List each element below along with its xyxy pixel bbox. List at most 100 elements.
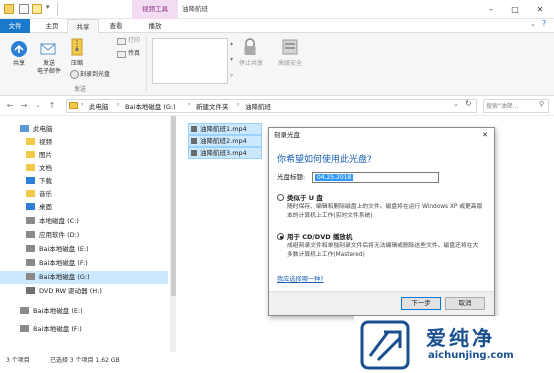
minimize-button[interactable]: – — [479, 0, 503, 19]
video-tools-context-label: 视频工具 — [132, 0, 178, 19]
disc-title-input[interactable]: 04.25.2018 — [312, 172, 439, 183]
nav-item[interactable]: Bai本地磁盘 (F:) — [0, 323, 168, 336]
nav-item[interactable]: 桌面 — [0, 201, 168, 214]
nav-item[interactable]: 此电脑 — [0, 123, 168, 136]
email-label: 发送 电子邮件 — [36, 60, 61, 75]
nav-item[interactable]: 下载 — [0, 175, 168, 188]
burn-disc-icon — [70, 70, 79, 79]
option-usb-title[interactable]: 类似于 U 盘 — [287, 192, 323, 202]
tab-share[interactable]: 共享 — [67, 19, 99, 34]
file-item[interactable]: 油降航班2.mp4 — [188, 135, 262, 147]
dialog-title: 刻录光盘 — [269, 128, 494, 142]
nav-item[interactable]: 音乐 — [0, 188, 168, 201]
nav-item[interactable]: 视频 — [0, 136, 168, 149]
nav-scrollbar-thumb[interactable] — [171, 116, 176, 296]
nav-item-label: 音乐 — [39, 190, 52, 198]
file-item[interactable]: 油降航班1.mp4 — [188, 123, 262, 135]
maximize-button[interactable]: □ — [503, 0, 527, 19]
video-file-icon — [191, 150, 197, 156]
video-file-icon — [191, 126, 197, 132]
search-placeholder: 搜索"油降... — [486, 103, 519, 110]
nav-item[interactable]: DVD RW 驱动器 (H:) — [0, 285, 168, 298]
which-option-help-link[interactable]: 我应选择哪一种? — [277, 274, 324, 283]
nav-item[interactable]: 本地磁盘 (C:) — [0, 215, 168, 228]
zip-button[interactable] — [68, 38, 86, 58]
nav-item-label: DVD RW 驱动器 (H:) — [39, 287, 102, 295]
print-button[interactable]: 打印 — [128, 37, 140, 45]
nav-item[interactable]: 文档 — [0, 162, 168, 175]
nav-item[interactable]: 图片 — [0, 149, 168, 162]
option-cd-dvd-radio[interactable] — [277, 233, 284, 240]
file-name: 油降航班3.mp4 — [200, 149, 247, 157]
address-dropdown-icon[interactable]: ⌄ — [453, 100, 459, 108]
email-button[interactable] — [39, 40, 57, 60]
share-button[interactable] — [10, 40, 28, 60]
item-count: 3 个项目 — [6, 357, 30, 364]
option-cd-dvd-title[interactable]: 用于 CD/DVD 播放机 — [287, 231, 352, 241]
file-item[interactable]: 油降航班3.mp4 — [188, 147, 262, 159]
nav-item[interactable]: Bai本地磁盘 (G:) — [0, 271, 168, 284]
drive-icon — [26, 217, 35, 224]
next-button[interactable]: 下一步 — [401, 297, 441, 310]
tab-home[interactable]: 主页 — [38, 19, 66, 33]
share-list-scroll-up-icon[interactable]: ▴ — [230, 40, 233, 47]
nav-item-label: 视频 — [39, 138, 52, 146]
forward-button[interactable]: → — [18, 100, 30, 112]
breadcrumb-drive-g[interactable]: Bai本地磁盘 (G:) — [125, 101, 176, 111]
stop-sharing-button[interactable] — [242, 38, 258, 58]
watermark-url: aichunjing.com — [428, 350, 514, 361]
breadcrumb-current-folder[interactable]: 油降航班 — [245, 101, 271, 111]
share-list-more-icon[interactable]: ▿ — [230, 72, 233, 79]
refresh-icon[interactable]: ↻ — [465, 99, 472, 108]
selection-info: 已选择 3 个项目 1.62 GB — [50, 357, 120, 364]
fax-icon — [117, 51, 126, 58]
option-usb-radio[interactable] — [277, 194, 284, 201]
nav-item-label: Bai本地磁盘 (G:) — [39, 273, 90, 281]
nav-item[interactable]: Bai本地磁盘 (F:) — [0, 257, 168, 270]
tab-file[interactable]: 文件 — [0, 19, 30, 33]
burn-to-disc-button[interactable]: 刻录到光盘 — [80, 71, 110, 79]
tab-play[interactable]: 播放 — [134, 19, 176, 33]
up-button[interactable]: ↑ — [46, 100, 58, 112]
video-file-icon — [191, 138, 197, 144]
ribbon-expand-icon[interactable]: ⌄ — [530, 20, 536, 28]
help-icon[interactable]: ? — [542, 19, 546, 28]
dvd-drive-icon — [26, 287, 35, 294]
quick-access-dropdown-icon[interactable]: ▾ — [46, 3, 50, 11]
share-with-list[interactable] — [152, 38, 228, 84]
security-icon — [282, 39, 298, 55]
nav-item[interactable]: 应用软件 (D:) — [0, 229, 168, 242]
drive-icon — [26, 245, 35, 252]
disc-title-value: 04.25.2018 — [315, 174, 354, 181]
file-name: 油降航班2.mp4 — [200, 137, 247, 145]
nav-item-label: 下载 — [39, 177, 52, 185]
drive-icon — [26, 231, 35, 238]
tab-view[interactable]: 查看 — [102, 19, 130, 33]
search-icon[interactable]: ⚲ — [539, 100, 544, 108]
dialog-close-button[interactable]: ✕ — [477, 128, 493, 142]
share-list-scroll-down-icon[interactable]: ▾ — [230, 56, 233, 63]
nav-item[interactable]: Bai本地磁盘 (E:) — [0, 243, 168, 256]
cancel-button[interactable]: 取消 — [445, 297, 485, 310]
burn-disc-dialog: 刻录光盘 ✕ 你希望如何使用此光盘? 光盘标题: 04.25.2018 类似于 … — [268, 127, 495, 316]
nav-item-label: 此电脑 — [33, 125, 53, 133]
new-folder-icon[interactable] — [32, 4, 42, 14]
breadcrumb-separator: › — [237, 100, 240, 108]
back-button[interactable]: ← — [4, 100, 16, 112]
breadcrumb-new-folder[interactable]: 新建文件夹 — [196, 101, 229, 111]
disc-title-label: 光盘标题: — [277, 173, 306, 181]
close-window-button[interactable]: ✕ — [528, 0, 552, 19]
properties-icon[interactable] — [19, 4, 29, 14]
ribbon-group-separator — [146, 36, 147, 92]
breadcrumb-this-pc[interactable]: 此电脑 — [89, 101, 109, 111]
folder-icon — [69, 102, 78, 109]
nav-item-label: Bai本地磁盘 (F:) — [39, 259, 88, 267]
drive-icon — [26, 259, 35, 266]
nav-item-label: 图片 — [39, 151, 52, 159]
recent-locations-button[interactable]: ⌄ — [32, 100, 44, 112]
advanced-security-button[interactable] — [282, 38, 298, 58]
nav-item-label: Bai本地磁盘 (E:) — [33, 307, 83, 315]
fax-button[interactable]: 传真 — [128, 50, 140, 58]
nav-item[interactable]: Bai本地磁盘 (E:) — [0, 305, 168, 318]
send-group-label: 发送 — [73, 86, 86, 93]
